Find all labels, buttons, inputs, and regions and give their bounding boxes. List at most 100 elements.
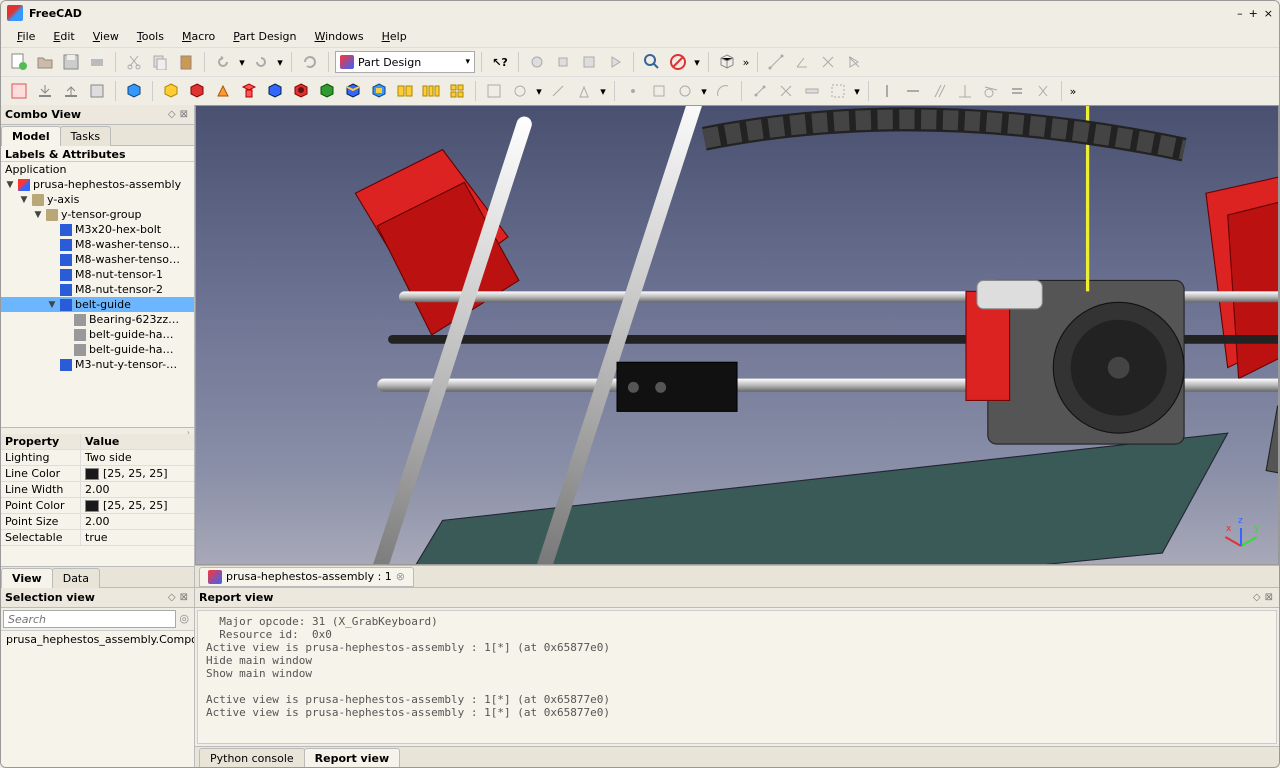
pd-loft-icon[interactable]: [211, 79, 235, 103]
pd-groove-icon[interactable]: [237, 79, 261, 103]
tree-item[interactable]: ▼y-axis: [1, 192, 194, 207]
paste-icon[interactable]: [174, 50, 198, 74]
macro-stop-icon[interactable]: [551, 50, 575, 74]
model-tree[interactable]: Application ▼prusa-hephestos-assembly▼y-…: [1, 162, 194, 427]
document-tab[interactable]: prusa-hephestos-assembly : 1 ⊗: [199, 567, 414, 587]
close-button[interactable]: ×: [1264, 7, 1273, 20]
sketch-dropdown-icon[interactable]: ▾: [534, 79, 544, 103]
redo-icon[interactable]: [249, 50, 273, 74]
con-vertical-icon[interactable]: [875, 79, 899, 103]
menu-edit[interactable]: Edit: [45, 28, 82, 45]
con-tangent-icon[interactable]: [979, 79, 1003, 103]
document-tab-close-icon[interactable]: ⊗: [396, 570, 405, 583]
tree-item[interactable]: Bearing-623zz…: [1, 312, 194, 327]
menu-view[interactable]: View: [85, 28, 127, 45]
constraint-circle-icon[interactable]: [673, 79, 697, 103]
copy-icon[interactable]: [148, 50, 172, 74]
panel-float-icon[interactable]: ◇: [166, 109, 178, 120]
view-iso-icon[interactable]: [715, 50, 739, 74]
import-icon[interactable]: [33, 79, 57, 103]
property-row[interactable]: Line Color[25, 25, 25]: [1, 466, 194, 482]
measure-clear-icon[interactable]: [816, 50, 840, 74]
tree-item[interactable]: M8-washer-tenso…: [1, 237, 194, 252]
measure-linear-icon[interactable]: [764, 50, 788, 74]
open-icon[interactable]: [33, 50, 57, 74]
property-row[interactable]: Line Width2.00: [1, 482, 194, 498]
zoom-fit-icon[interactable]: [640, 50, 664, 74]
con-equal-icon[interactable]: [1005, 79, 1029, 103]
pd-body-icon[interactable]: [122, 79, 146, 103]
geom-dropdown[interactable]: ▾: [852, 79, 862, 103]
con-parallel-icon[interactable]: [927, 79, 951, 103]
sketch-new-icon[interactable]: [482, 79, 506, 103]
undo-icon[interactable]: [211, 50, 235, 74]
maximize-button[interactable]: +: [1249, 7, 1258, 20]
redo-dropdown-icon[interactable]: ▾: [275, 50, 285, 74]
con-perpendicular-icon[interactable]: [953, 79, 977, 103]
tab-report-view[interactable]: Report view: [304, 748, 400, 768]
report-close-icon[interactable]: ⊠: [1263, 592, 1275, 603]
tab-model[interactable]: Model: [1, 126, 61, 146]
constraint-arc-icon[interactable]: [711, 79, 735, 103]
report-float-icon[interactable]: ◇: [1251, 592, 1263, 603]
measure-toggle-icon[interactable]: [842, 50, 866, 74]
tab-tasks[interactable]: Tasks: [60, 126, 111, 146]
export-icon[interactable]: [59, 79, 83, 103]
macro-list-icon[interactable]: [577, 50, 601, 74]
pd-fillet-icon[interactable]: [315, 79, 339, 103]
selview-float-icon[interactable]: ◇: [166, 592, 178, 603]
tree-item[interactable]: belt-guide-ha…: [1, 327, 194, 342]
geom-extend-icon[interactable]: [800, 79, 824, 103]
pd-pocket-icon[interactable]: [263, 79, 287, 103]
tree-item[interactable]: belt-guide-ha…: [1, 342, 194, 357]
pd-linear-pattern-icon[interactable]: [419, 79, 443, 103]
assembly-icon[interactable]: [7, 79, 31, 103]
menu-windows[interactable]: Windows: [306, 28, 371, 45]
constraint-line-icon[interactable]: [647, 79, 671, 103]
save-icon[interactable]: [59, 50, 83, 74]
workbench-selector[interactable]: Part Design ▾: [335, 51, 475, 73]
selview-close-icon[interactable]: ⊠: [178, 592, 190, 603]
geom-external-icon[interactable]: [826, 79, 850, 103]
selection-item[interactable]: prusa_hephestos_assembly.Compound0…: [6, 633, 189, 646]
panel-close-icon[interactable]: ⊠: [178, 109, 190, 120]
macro-play-icon[interactable]: [603, 50, 627, 74]
sketch-map-icon[interactable]: [546, 79, 570, 103]
draw-style-icon[interactable]: [666, 50, 690, 74]
3d-viewport[interactable]: x y z: [195, 105, 1279, 565]
minimize-button[interactable]: –: [1237, 7, 1243, 20]
constraint-point-icon[interactable]: [621, 79, 645, 103]
menu-macro[interactable]: Macro: [174, 28, 223, 45]
tree-item[interactable]: ▼belt-guide: [1, 297, 194, 312]
search-clear-icon[interactable]: ◎: [176, 610, 192, 628]
tab-data[interactable]: Data: [52, 568, 100, 588]
refresh-icon[interactable]: [298, 50, 322, 74]
sketch-validate-icon[interactable]: [572, 79, 596, 103]
tree-item[interactable]: M8-nut-tensor-1: [1, 267, 194, 282]
measure-angular-icon[interactable]: [790, 50, 814, 74]
toolbar-overflow-icon[interactable]: »: [1068, 79, 1078, 103]
tree-item[interactable]: M3x20-hex-bolt: [1, 222, 194, 237]
property-row[interactable]: Point Size2.00: [1, 514, 194, 530]
menu-tools[interactable]: Tools: [129, 28, 172, 45]
sketch-validate-dropdown[interactable]: ▾: [598, 79, 608, 103]
part-icon[interactable]: [85, 79, 109, 103]
property-row[interactable]: Point Color[25, 25, 25]: [1, 498, 194, 514]
cut-icon[interactable]: [122, 50, 146, 74]
menu-help[interactable]: Help: [374, 28, 415, 45]
tab-view[interactable]: View: [1, 568, 53, 588]
pd-draft-icon[interactable]: [367, 79, 391, 103]
con-horizontal-icon[interactable]: [901, 79, 925, 103]
menu-part-design[interactable]: Part Design: [225, 28, 304, 45]
pd-polar-pattern-icon[interactable]: [445, 79, 469, 103]
new-document-icon[interactable]: [7, 50, 31, 74]
tree-item[interactable]: ▼prusa-hephestos-assembly: [1, 177, 194, 192]
print-icon[interactable]: [85, 50, 109, 74]
tree-item[interactable]: M3-nut-y-tensor-…: [1, 357, 194, 372]
tree-item[interactable]: ▼y-tensor-group: [1, 207, 194, 222]
property-grid[interactable]: Property Value LightingTwo sideLine Colo…: [1, 434, 194, 566]
geom-point-icon[interactable]: [748, 79, 772, 103]
tree-item[interactable]: M8-nut-tensor-2: [1, 282, 194, 297]
pd-pad-icon[interactable]: [159, 79, 183, 103]
selection-list[interactable]: prusa_hephestos_assembly.Compound0…: [1, 631, 194, 767]
